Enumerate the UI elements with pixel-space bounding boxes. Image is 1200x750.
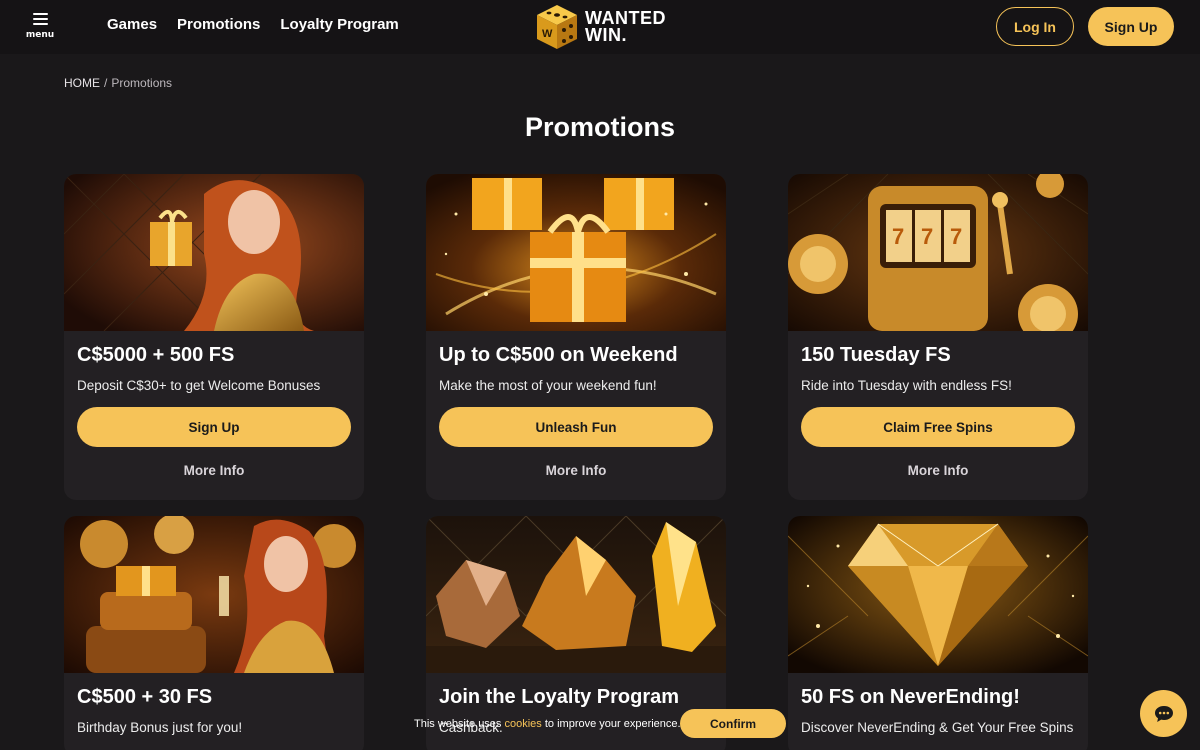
- logo-wordmark: WANTED WIN.: [585, 9, 666, 45]
- main-nav: Games Promotions Loyalty Program: [107, 16, 399, 33]
- svg-text:W: W: [542, 28, 553, 40]
- cookie-message: This website uses cookies to improve you…: [414, 718, 681, 730]
- svg-text:7: 7: [921, 224, 933, 249]
- nav-item-games[interactable]: Games: [107, 16, 157, 33]
- menu-button[interactable]: menu: [22, 10, 58, 44]
- login-button[interactable]: Log In: [996, 7, 1074, 46]
- signup-button[interactable]: Sign Up: [1088, 7, 1174, 46]
- promo-cta-button[interactable]: Claim Free Spins: [801, 407, 1075, 447]
- promo-card: C$5000 + 500 FS Deposit C$30+ to get Wel…: [64, 174, 364, 500]
- more-info-link[interactable]: More Info: [788, 463, 1088, 478]
- menu-label: menu: [25, 30, 55, 40]
- cookie-text-after: to improve your experience.: [544, 718, 681, 730]
- woman-with-gift-image: [64, 174, 364, 331]
- cookies-link[interactable]: cookies: [505, 718, 542, 730]
- svg-text:7: 7: [950, 224, 962, 249]
- promo-description: Ride into Tuesday with endless FS!: [801, 378, 1012, 393]
- promo-description: Birthday Bonus just for you!: [77, 720, 243, 735]
- golden-gift-boxes-image: [426, 174, 726, 331]
- live-chat-button[interactable]: [1140, 690, 1187, 737]
- promo-card: C$500 + 30 FS Birthday Bonus just for yo…: [64, 516, 364, 750]
- promo-title: C$500 + 30 FS: [77, 686, 213, 708]
- promo-description: Discover NeverEnding & Get Your Free Spi…: [801, 720, 1074, 735]
- logo-line-2: WIN.: [585, 25, 627, 45]
- nav-item-promotions[interactable]: Promotions: [177, 16, 260, 33]
- more-info-link[interactable]: More Info: [64, 463, 364, 478]
- promo-description: Make the most of your weekend fun!: [439, 378, 657, 393]
- promo-card: 7 7 7 150 Tuesday FS Ride into Tuesday w…: [788, 174, 1088, 500]
- promo-title: 50 FS on NeverEnding!: [801, 686, 1020, 708]
- promo-card: 50 FS on NeverEnding! Discover NeverEndi…: [788, 516, 1088, 750]
- cookie-text-before: This website uses: [414, 718, 502, 730]
- golden-diamond-image: [788, 516, 1088, 673]
- chat-bubble-icon: [1154, 705, 1173, 722]
- promo-card: Up to C$500 on Weekend Make the most of …: [426, 174, 726, 500]
- promo-title: 150 Tuesday FS: [801, 344, 951, 366]
- dice-logo-icon: W: [537, 5, 577, 49]
- golden-slot-machine-image: 7 7 7: [788, 174, 1088, 331]
- breadcrumb: HOME / Promotions: [64, 76, 172, 90]
- svg-text:7: 7: [892, 224, 904, 249]
- birthday-cake-woman-image: [64, 516, 364, 673]
- promo-title: C$5000 + 500 FS: [77, 344, 235, 366]
- page-title: Promotions: [524, 112, 675, 142]
- promo-title: Up to C$500 on Weekend: [439, 344, 678, 366]
- nav-item-loyalty-program[interactable]: Loyalty Program: [280, 16, 398, 33]
- promo-cta-button[interactable]: Sign Up: [77, 407, 351, 447]
- cookie-confirm-button[interactable]: Confirm: [680, 709, 786, 738]
- breadcrumb-current: Promotions: [111, 76, 173, 90]
- golden-crystals-image: [426, 516, 726, 673]
- site-header: menu Games Promotions Loyalty Program W …: [0, 0, 1200, 54]
- site-logo[interactable]: W WANTED WIN.: [535, 3, 666, 51]
- hamburger-icon: [32, 13, 48, 25]
- promo-description: Deposit C$30+ to get Welcome Bonuses: [77, 378, 321, 393]
- promo-cta-button[interactable]: Unleash Fun: [439, 407, 713, 447]
- cookie-banner: This website uses cookies to improve you…: [406, 706, 792, 742]
- breadcrumb-home[interactable]: HOME: [64, 76, 100, 90]
- more-info-link[interactable]: More Info: [426, 463, 726, 478]
- breadcrumb-separator: /: [104, 76, 108, 90]
